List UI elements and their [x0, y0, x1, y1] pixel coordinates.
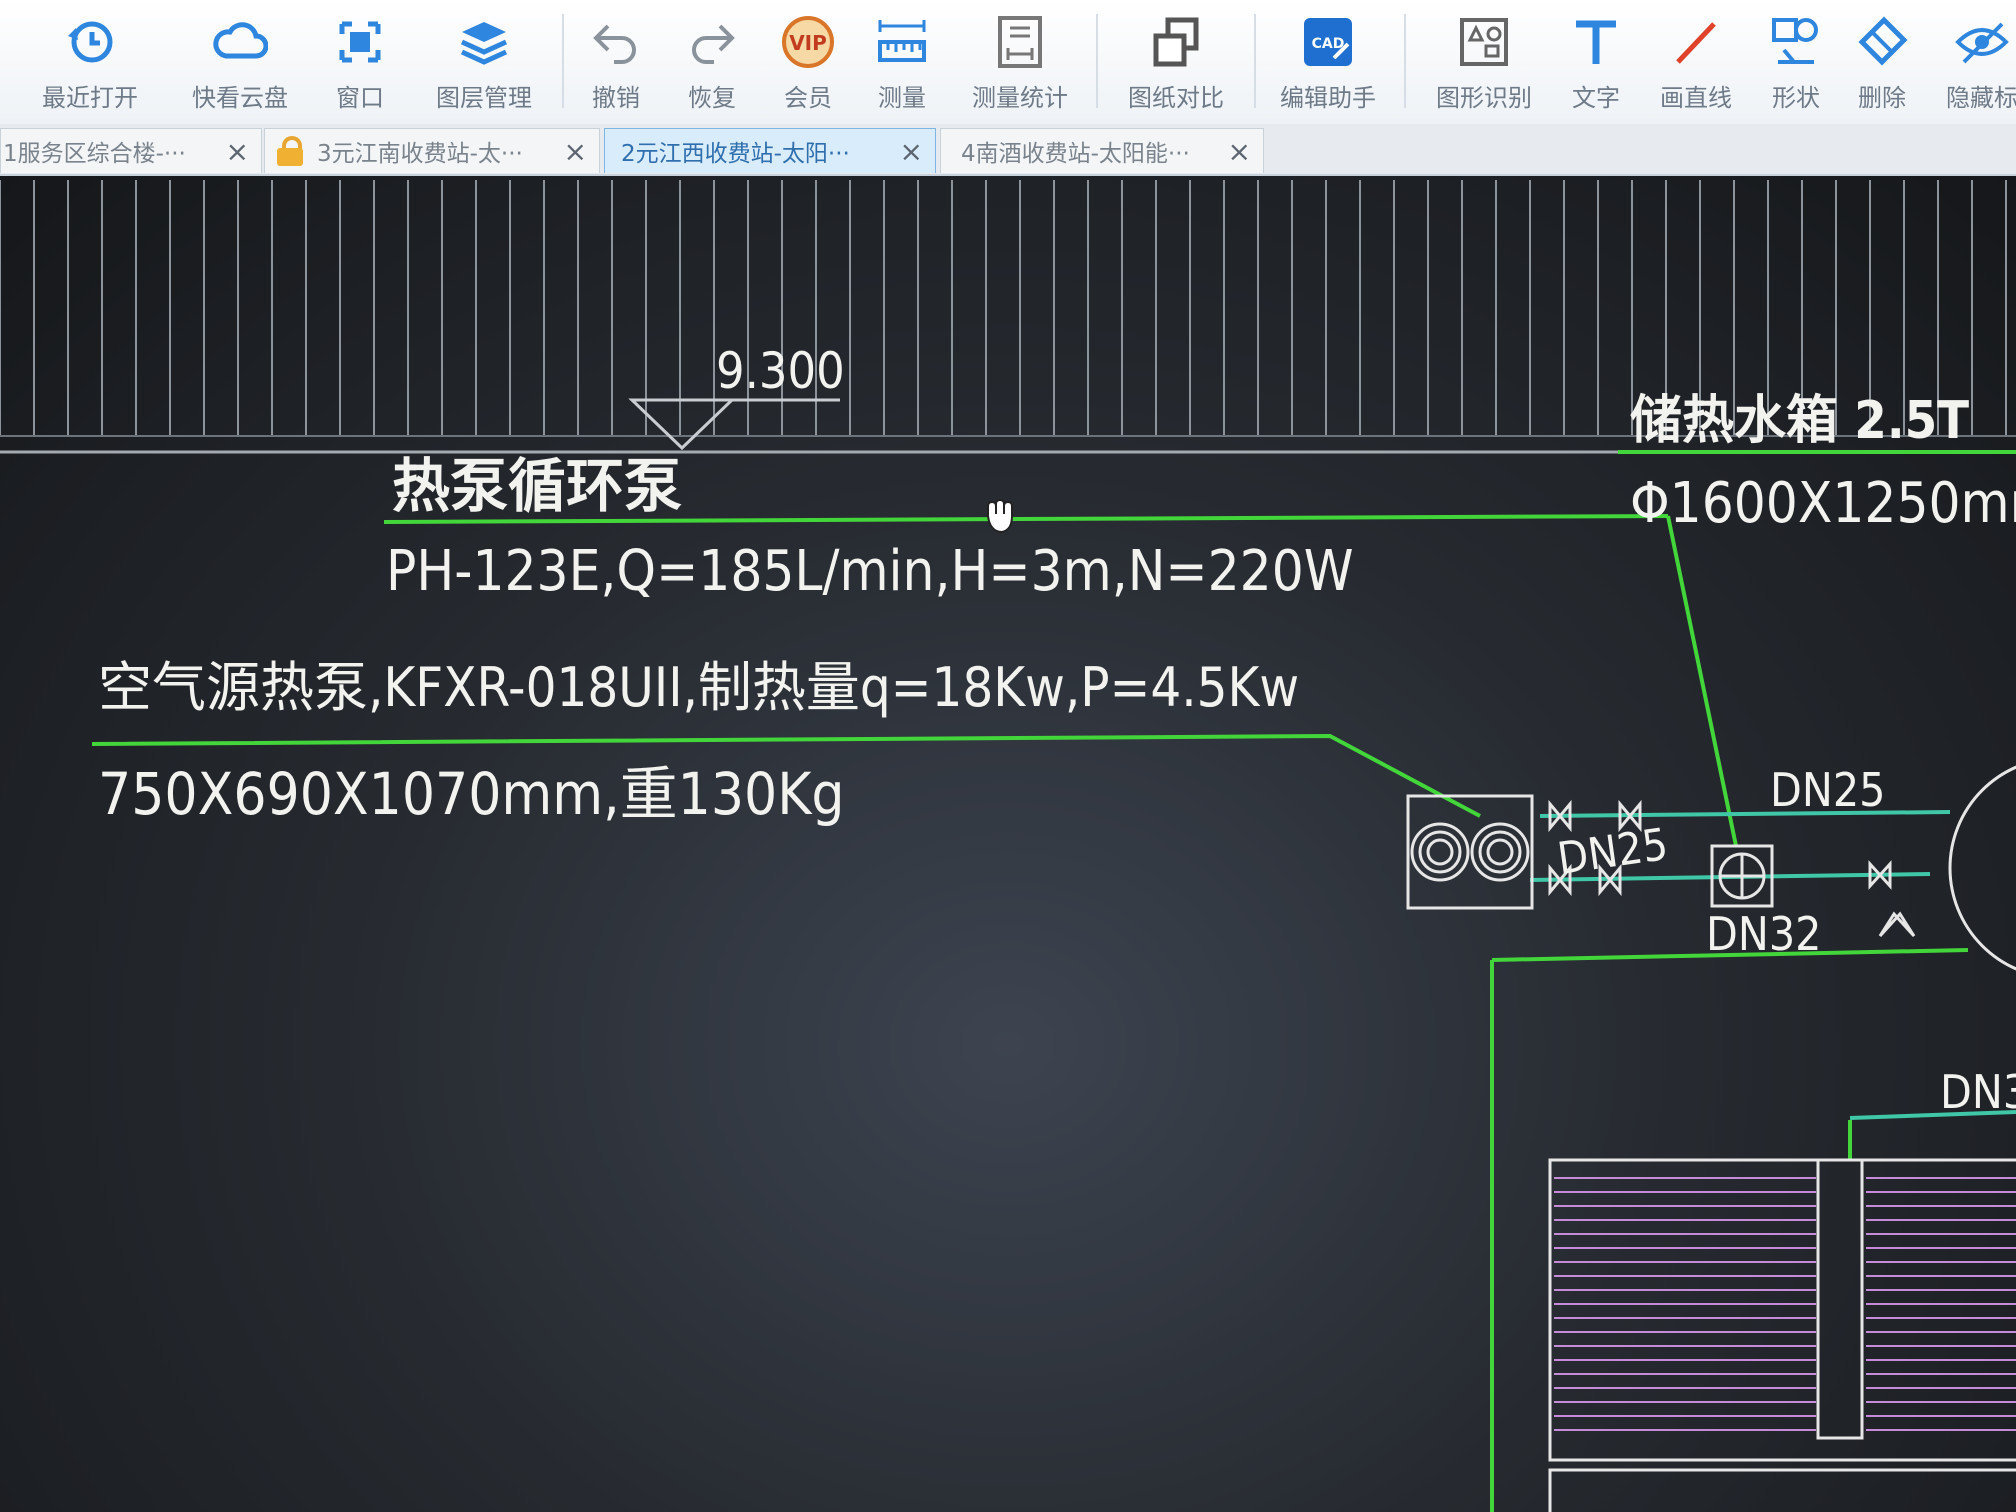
- toolbar-separator: [1254, 14, 1256, 108]
- edit-assistant-button[interactable]: CAD 编辑助手: [1268, 14, 1388, 114]
- shape-recognize-button[interactable]: 图形识别: [1424, 14, 1544, 114]
- elevation-marker: [628, 398, 840, 451]
- drawing-canvas[interactable]: 9.300 热泵循环泵 PH-123E,Q=185L/min,H=3m,N=22…: [0, 176, 2016, 1512]
- hide-icon: [1955, 22, 2009, 64]
- close-icon[interactable]: ×: [1228, 135, 1251, 168]
- solar-collector: [1548, 1158, 2016, 1512]
- toolbar-separator: [1404, 14, 1406, 108]
- leader-lines: [91, 450, 2016, 1512]
- layer-manager-button[interactable]: 图层管理: [424, 14, 544, 114]
- drawing-compare-button[interactable]: 图纸对比: [1116, 14, 1236, 114]
- cloud-disk-button[interactable]: 快看云盘: [180, 14, 300, 114]
- window-icon: [339, 21, 381, 63]
- document-tabbar: 1服务区综合楼-··· × 3元江南收费站-太··· × 2元江西收费站-太阳·…: [0, 124, 2016, 176]
- pipe-label-dn32-right: DN32: [1940, 1065, 2016, 1119]
- heatpump-spec: 空气源热泵,KFXR-018UII,制热量q=18Kw,P=4.5Kw: [98, 656, 1299, 719]
- layers-icon: [460, 22, 508, 65]
- tab-document-4[interactable]: 4南酒收费站-太阳能··· ×: [940, 128, 1264, 173]
- cad-drawing: 9.300 热泵循环泵 PH-123E,Q=185L/min,H=3m,N=22…: [0, 180, 2016, 1512]
- tab-document-1[interactable]: 1服务区综合楼-··· ×: [0, 128, 262, 173]
- close-icon[interactable]: ×: [900, 135, 923, 168]
- close-icon[interactable]: ×: [226, 135, 249, 168]
- text-icon: [1576, 20, 1616, 64]
- eraser-icon: [1858, 16, 1908, 66]
- undo-icon: [593, 24, 636, 64]
- shape-recognize-icon: [1460, 18, 1508, 66]
- heatpump-dims: 750X690X1070mm,重130Kg: [98, 760, 845, 828]
- tank-size: Φ1600X1250mm: [1630, 471, 2016, 536]
- clock-icon: [68, 21, 113, 63]
- pipe-label-dn25: DN25: [1554, 819, 1670, 885]
- measure-button[interactable]: 测量: [842, 14, 962, 114]
- redo-icon: [692, 24, 735, 64]
- tab-document-2[interactable]: 3元江南收费站-太··· ×: [264, 128, 600, 173]
- measure-stats-icon: [998, 16, 1042, 68]
- vip-icon: VIP: [782, 16, 834, 68]
- hand-cursor-icon: [987, 498, 1013, 534]
- elevation-label: 9.300: [716, 342, 845, 400]
- pipe-label-dn32: DN32: [1706, 907, 1821, 961]
- edit-assistant-icon: CAD: [1304, 18, 1352, 66]
- lock-icon: [277, 136, 303, 166]
- tab-document-3-active[interactable]: 2元江西收费站-太阳··· ×: [604, 128, 936, 173]
- svg-text:CAD: CAD: [1312, 36, 1345, 52]
- pipe-label-dn25-top: DN25: [1770, 763, 1885, 817]
- close-icon[interactable]: ×: [564, 135, 587, 168]
- hide-markup-button[interactable]: 隐藏标: [1922, 14, 2016, 114]
- window-button[interactable]: 窗口: [300, 14, 420, 114]
- tank-label: 储热水箱 2.5T: [1630, 391, 1969, 451]
- shape-icon: [1772, 18, 1818, 64]
- toolbar-separator: [1096, 14, 1098, 108]
- measure-stats-button[interactable]: 测量统计: [960, 14, 1080, 114]
- svg-text:VIP: VIP: [789, 31, 827, 55]
- toolbar: 最近打开 快看云盘 窗口 图层管理 撤销 恢复 VIP 会员 测量 测量统计 图…: [0, 0, 2016, 125]
- recent-open-button[interactable]: 最近打开: [30, 14, 150, 114]
- ruler-icon: [878, 20, 926, 62]
- storage-tank: [1948, 765, 2016, 971]
- line-icon: [1676, 22, 1716, 64]
- compare-icon: [1153, 17, 1199, 67]
- cloud-icon: [213, 22, 268, 59]
- pump-spec: PH-123E,Q=185L/min,H=3m,N=220W: [386, 539, 1354, 604]
- pump-title: 热泵循环泵: [392, 452, 682, 520]
